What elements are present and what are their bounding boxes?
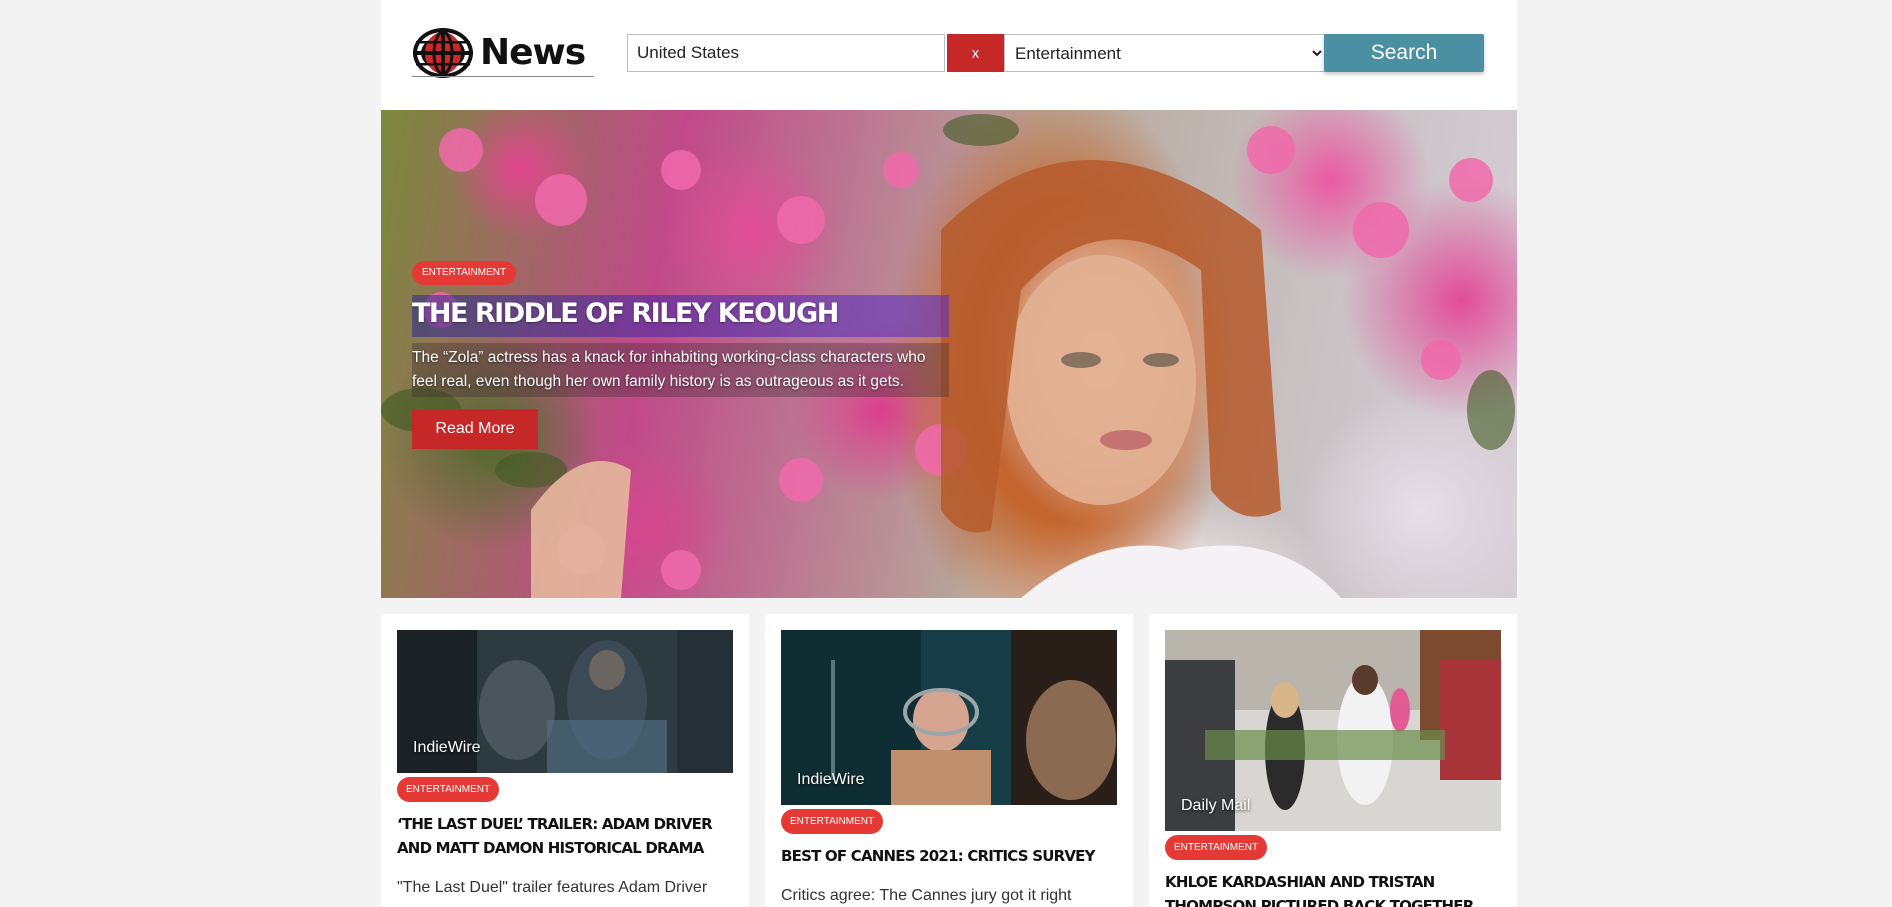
card-image[interactable]: IndieWire (781, 630, 1117, 805)
card-source: IndieWire (413, 739, 481, 756)
news-card[interactable]: Daily Mail ENTERTAINMENT Khloe Kardashia… (1149, 614, 1517, 907)
card-category-badge: ENTERTAINMENT (781, 809, 884, 834)
header: News x Entertainment Search (381, 0, 1517, 110)
card-image[interactable]: IndieWire (397, 630, 733, 773)
card-category-badge: ENTERTAINMENT (1165, 835, 1268, 860)
hero-description: The “Zola” actress has a knack for inhab… (412, 349, 926, 390)
hero-banner[interactable]: ENTERTAINMENT THE RIDDLE OF RILEY KEOUGH… (381, 110, 1517, 598)
news-card[interactable]: IndieWire ENTERTAINMENT Best of Cannes 2… (765, 614, 1133, 907)
logo-text: News (480, 32, 586, 73)
hero-category-badge: ENTERTAINMENT (412, 261, 517, 285)
page: News x Entertainment Search (381, 0, 1517, 907)
card-title[interactable]: Khloe Kardashian and Tristan Thompson pi… (1165, 870, 1501, 907)
read-more-button[interactable]: Read More (412, 409, 538, 449)
card-source: Daily Mail (1181, 797, 1251, 814)
card-title[interactable]: ‘The Last Duel’ Trailer: Adam Driver and… (397, 812, 733, 860)
category-select[interactable]: Entertainment (1004, 34, 1326, 72)
globe-icon (413, 28, 473, 78)
search-button[interactable]: Search (1324, 34, 1484, 72)
news-card[interactable]: IndieWire ENTERTAINMENT ‘The Last Duel’ … (381, 614, 749, 907)
card-image[interactable]: Daily Mail (1165, 630, 1501, 831)
card-category-badge: ENTERTAINMENT (397, 777, 500, 802)
card-title[interactable]: Best of Cannes 2021: Critics Survey (781, 844, 1117, 868)
logo-underline (412, 76, 594, 77)
card-source: IndieWire (797, 771, 865, 788)
card-description: "The Last Duel" trailer features Adam Dr… (397, 879, 708, 896)
clear-search-button[interactable]: x (947, 34, 1004, 72)
logo[interactable]: News (412, 26, 595, 80)
card-description: Critics agree: The Cannes jury got it ri… (781, 887, 1072, 904)
search-input[interactable] (627, 34, 945, 72)
hero-title[interactable]: THE RIDDLE OF RILEY KEOUGH (412, 298, 839, 329)
